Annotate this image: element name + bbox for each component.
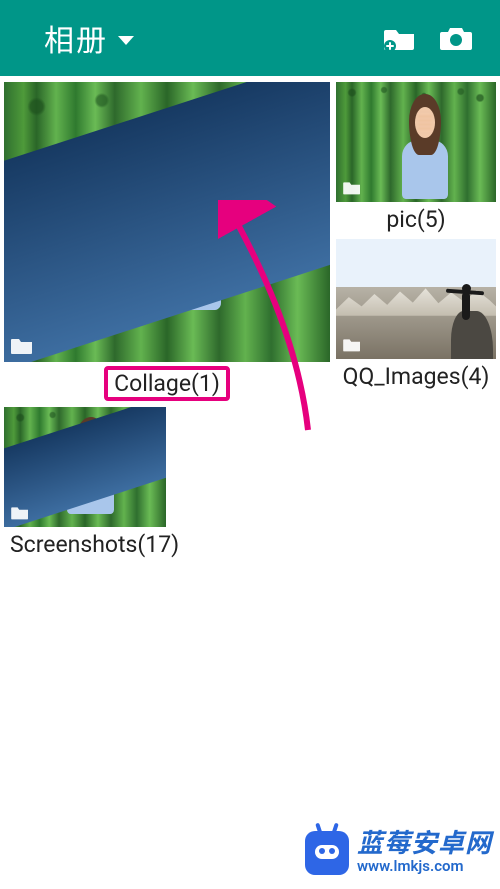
album-collage-thumb (4, 82, 330, 362)
album-collage-label: Collage(1) (4, 362, 330, 407)
album-grid: Collage(1) pic(5) (0, 76, 500, 407)
album-collage[interactable]: Collage(1) (4, 82, 330, 407)
watermark-title: 蓝莓安卓网 (357, 831, 492, 858)
folder-icon (342, 337, 362, 353)
album-qq-thumb (336, 239, 496, 359)
album-screenshots-label: Screenshots(17) (4, 527, 166, 564)
album-pic[interactable]: pic(5) (336, 82, 496, 239)
album-grid-row2: Screenshots(17) (0, 407, 500, 564)
watermark-mascot-icon (305, 831, 349, 875)
camera-button[interactable] (432, 14, 480, 62)
album-qq-label: QQ_Images(4) (336, 359, 496, 396)
watermark: 蓝莓安卓网 www.lmkjs.com (305, 831, 492, 875)
album-pic-thumb (336, 82, 496, 202)
album-collage-label-text: Collage(1) (104, 366, 230, 401)
watermark-url: www.lmkjs.com (357, 859, 492, 875)
app-header: 相册 (0, 0, 500, 76)
folder-plus-icon (383, 24, 417, 52)
folder-icon (10, 336, 34, 356)
chevron-down-icon[interactable] (118, 36, 134, 45)
new-folder-button[interactable] (376, 14, 424, 62)
header-title[interactable]: 相册 (44, 16, 108, 60)
album-screenshots-thumb (4, 407, 166, 527)
album-qq-images[interactable]: QQ_Images(4) (336, 239, 496, 396)
album-pic-label: pic(5) (336, 202, 496, 239)
album-screenshots[interactable]: Screenshots(17) (4, 407, 166, 564)
folder-icon (10, 505, 30, 521)
folder-icon (342, 180, 362, 196)
camera-icon (439, 24, 473, 52)
